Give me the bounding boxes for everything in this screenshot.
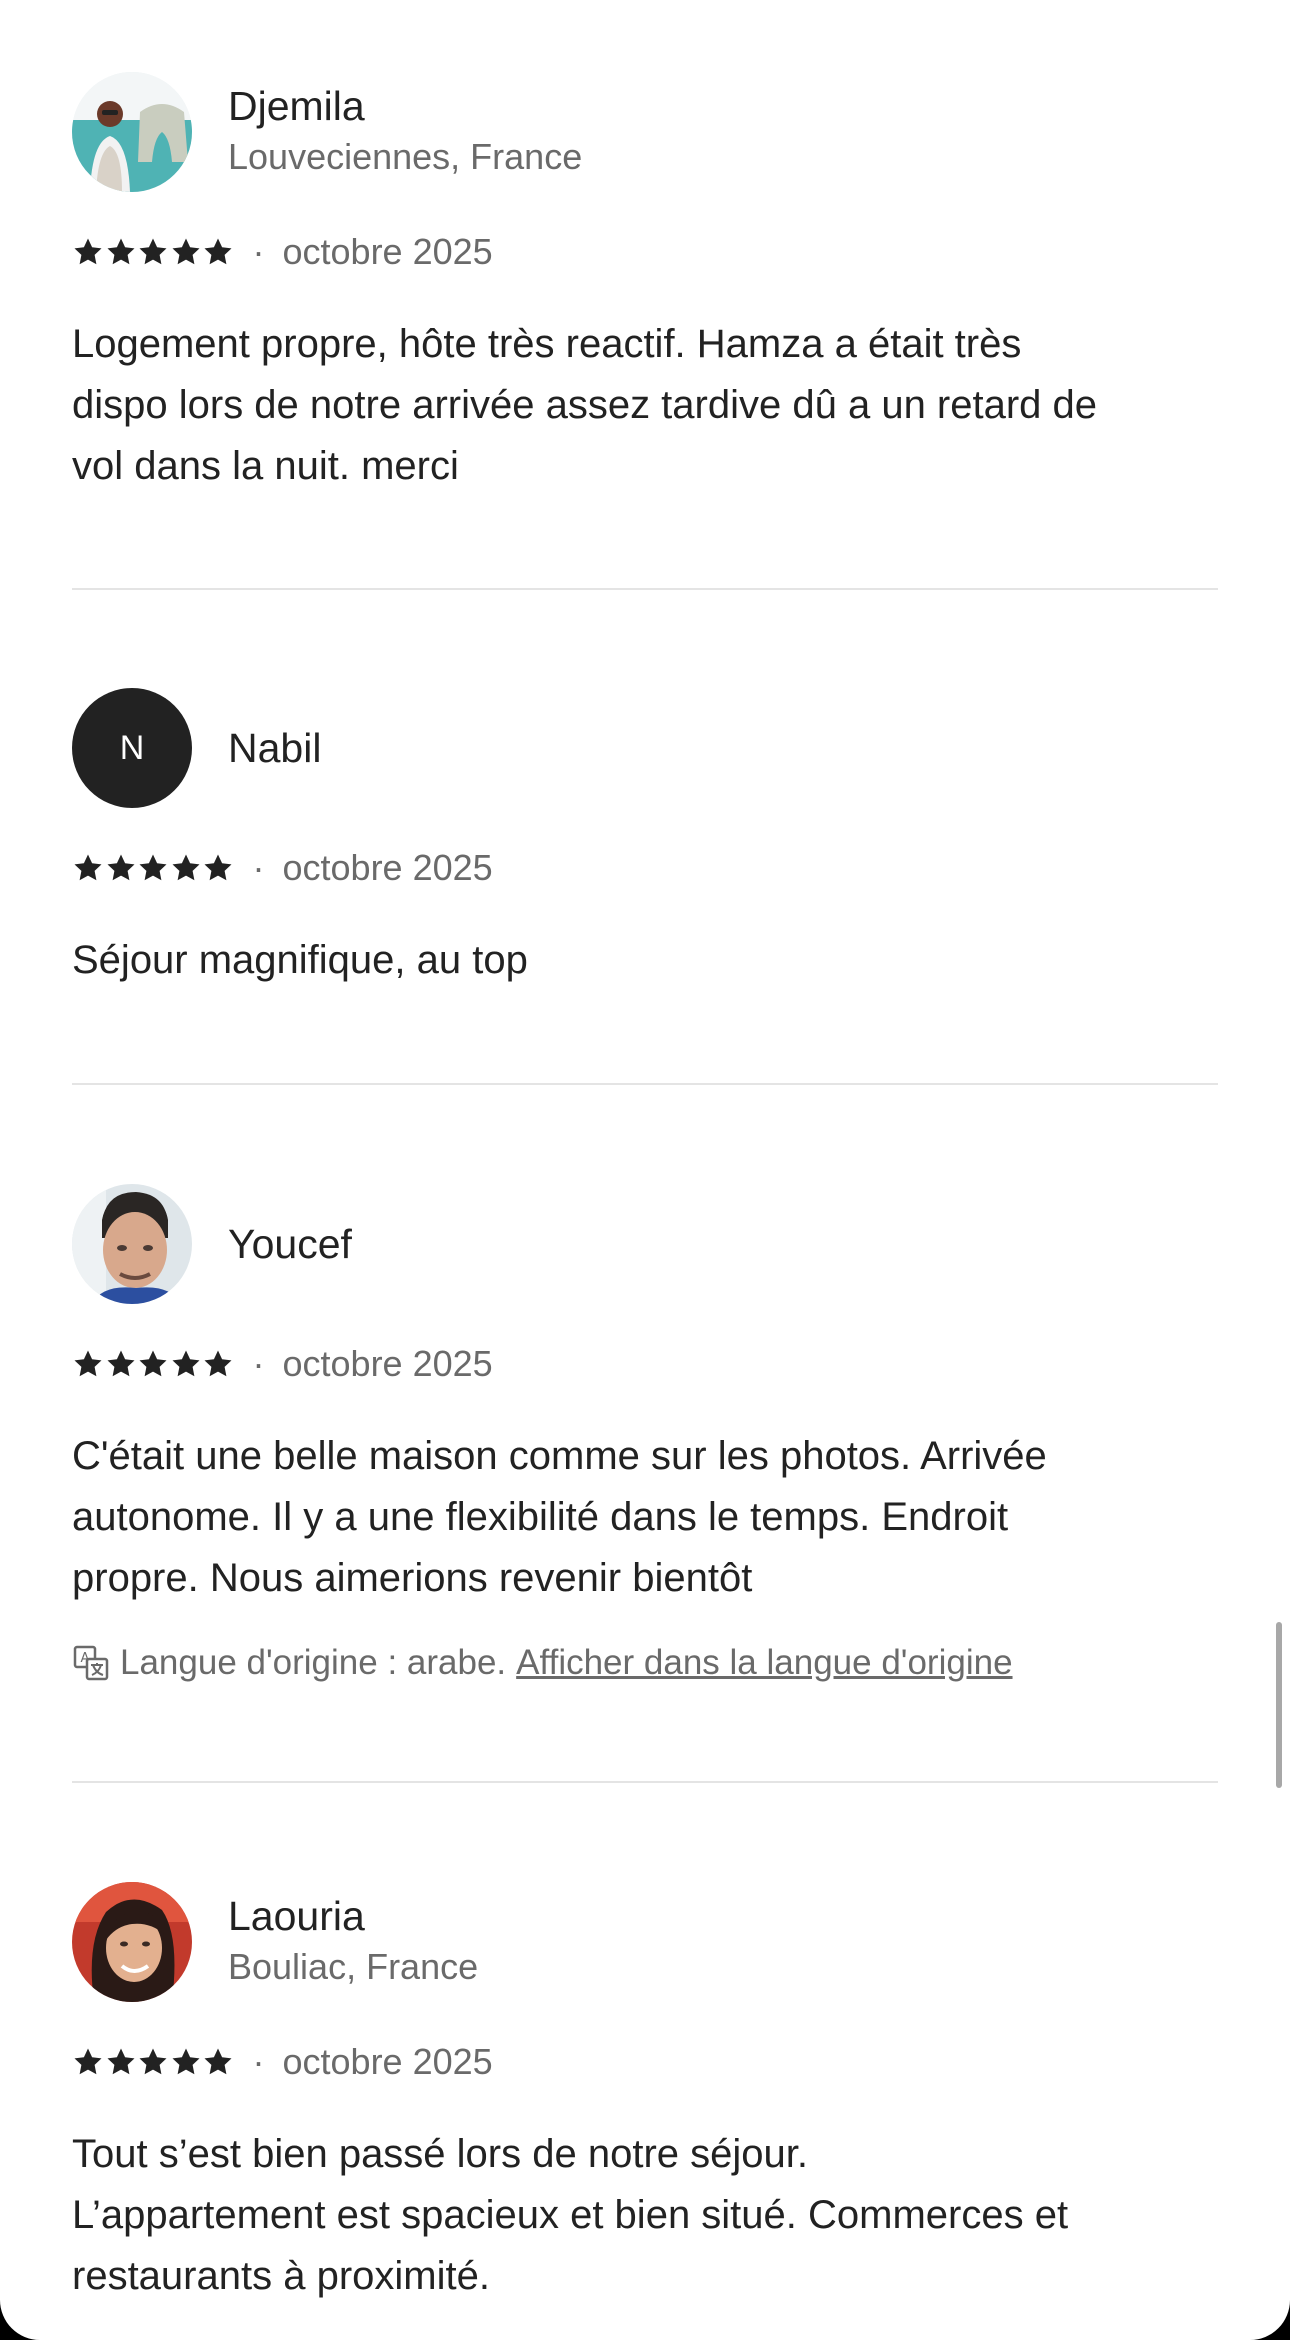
rating-stars: [72, 852, 235, 884]
review-header: Laouria Bouliac, France: [72, 1880, 1218, 2004]
review-item: N Nabil · octobre 2025 Séjour magnifique…: [72, 686, 1218, 991]
review-date: octobre 2025: [282, 231, 493, 272]
review-date: octobre 2025: [282, 1343, 493, 1384]
divider: [72, 588, 1218, 590]
translation-notice: A Langue d'origine : arabe. Afficher dan…: [72, 1639, 1218, 1687]
star-icon: [74, 238, 102, 265]
reviewer-location: Bouliac, France: [228, 1946, 479, 1987]
reviewer-info: Laouria Bouliac, France: [228, 1891, 478, 1993]
review-item: Laouria Bouliac, France · octobre 2025 T…: [72, 1880, 1218, 2307]
review-text: Logement propre, hôte très reactif. Hamz…: [72, 322, 1098, 488]
reviewer-name[interactable]: Laouria: [228, 1891, 478, 1941]
star-icon: [74, 854, 102, 881]
star-icon: [172, 238, 199, 265]
star-icon: [204, 854, 232, 881]
rating-stars: [72, 2046, 235, 2078]
review-date: octobre 2025: [282, 847, 493, 888]
star-icon: [139, 854, 167, 881]
star-icon: [139, 2048, 167, 2075]
rating-stars: [72, 1348, 235, 1380]
reviewer-location: Louveciennes, France: [228, 136, 583, 177]
review-meta: · octobre 2025: [72, 844, 1218, 892]
reviewer-info: Djemila Louveciennes, France: [228, 81, 582, 183]
avatar[interactable]: [72, 1184, 192, 1304]
avatar[interactable]: N: [72, 688, 192, 808]
review-header: N Nabil: [72, 686, 1218, 810]
star-icon: [204, 238, 232, 265]
review-text: C'était une belle maison comme sur les p…: [72, 1434, 1047, 1600]
review-text: Tout s’est bien passé lors de notre séjo…: [72, 2132, 1069, 2298]
reviewer-info: Nabil: [228, 723, 321, 773]
review-header: Youcef: [72, 1182, 1218, 1306]
avatar-photo-laouria: [72, 1882, 192, 2002]
show-original-link[interactable]: Afficher dans la langue d'origine: [516, 1643, 1012, 1683]
star-icon: [139, 1350, 167, 1377]
star-icon: [107, 854, 134, 881]
star-icon: [74, 1350, 102, 1377]
reviewer-name[interactable]: Djemila: [228, 81, 582, 131]
avatar-photo-youcef: [72, 1184, 192, 1304]
star-icon: [139, 238, 167, 265]
translate-icon: A: [73, 1645, 109, 1681]
avatar[interactable]: [72, 1882, 192, 2002]
review-item: Djemila Louveciennes, France · octobre 2…: [72, 70, 1218, 497]
meta-separator: ·: [252, 847, 265, 888]
rating-stars: [72, 236, 235, 268]
review-date: octobre 2025: [282, 2041, 493, 2082]
reviewer-name[interactable]: Youcef: [228, 1219, 352, 1269]
review-header: Djemila Louveciennes, France: [72, 70, 1218, 194]
meta-separator: ·: [252, 1343, 265, 1384]
review-meta: · octobre 2025: [72, 228, 1218, 276]
meta-separator: ·: [252, 231, 265, 272]
review-meta: · octobre 2025: [72, 1340, 1218, 1388]
reviews-sheet: Djemila Louveciennes, France · octobre 2…: [0, 0, 1290, 2340]
translation-note: Langue d'origine : arabe.: [120, 1643, 507, 1682]
star-icon: [204, 2048, 232, 2075]
divider: [72, 1781, 1218, 1783]
star-icon: [172, 1350, 199, 1377]
avatar-photo-djemila: [72, 72, 192, 192]
avatar[interactable]: [72, 72, 192, 192]
review-text: Séjour magnifique, au top: [72, 938, 528, 982]
divider: [72, 1083, 1218, 1085]
reviewer-info: Youcef: [228, 1219, 352, 1269]
star-icon: [172, 854, 199, 881]
star-icon: [74, 2048, 102, 2075]
star-icon: [107, 238, 134, 265]
meta-separator: ·: [252, 2041, 265, 2082]
review-meta: · octobre 2025: [72, 2038, 1218, 2086]
star-icon: [107, 1350, 134, 1377]
star-icon: [107, 2048, 134, 2075]
star-icon: [172, 2048, 199, 2075]
avatar-initial: N: [119, 728, 145, 767]
scrollbar[interactable]: [1276, 1622, 1282, 1788]
review-item: Youcef · octobre 2025 C'était une belle …: [72, 1182, 1218, 1687]
star-icon: [204, 1350, 232, 1377]
reviewer-name[interactable]: Nabil: [228, 723, 321, 773]
